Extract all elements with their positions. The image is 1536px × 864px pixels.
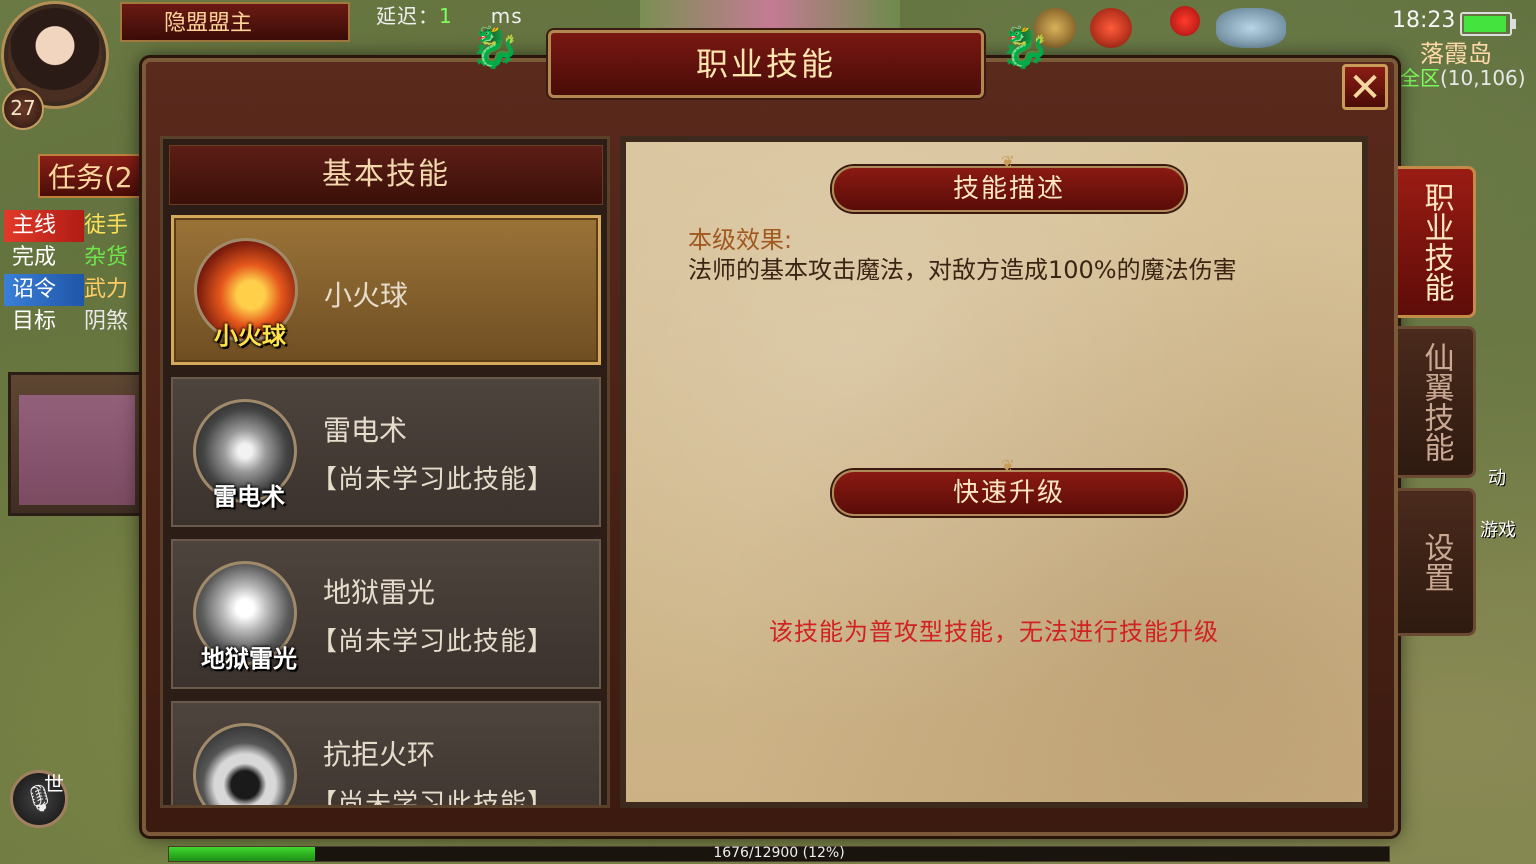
skill-name: 雷电术: [323, 414, 408, 447]
skill-name: 抗拒火环: [323, 738, 436, 771]
skill-item-fireball[interactable]: 小火球 小火球: [171, 215, 601, 365]
quest-type: 完成: [12, 245, 57, 270]
scenery-house: [8, 372, 146, 516]
skill-icon-label: 地狱雷光: [201, 644, 297, 673]
tab-wing-skills[interactable]: 仙翼技能: [1398, 326, 1476, 478]
map-coords-value: (10,106): [1440, 66, 1526, 90]
skill-item-hell-lightning[interactable]: 地狱雷光 地狱雷光 【尚未学习此技能】: [171, 539, 601, 689]
right-label: 动: [1488, 468, 1506, 489]
quest-text: 阴煞: [84, 309, 129, 334]
tab-settings[interactable]: 设置: [1398, 488, 1476, 636]
quest-list: 主线 徒手 完成 杂货 诏令 武力 目标 阴煞: [4, 210, 140, 338]
battery-icon: [1460, 12, 1516, 36]
quest-text: 杂货: [84, 245, 129, 270]
map-coordinates: 全区(10,106): [1400, 62, 1526, 91]
right-label: 游戏: [1480, 520, 1516, 541]
quest-tab[interactable]: 任务(2: [38, 154, 142, 198]
voice-channel-label: 世: [44, 772, 64, 796]
skill-status: 【尚未学习此技能】: [311, 465, 555, 495]
quest-type: 目标: [12, 309, 57, 334]
quest-row[interactable]: 诏令 武力: [4, 274, 140, 306]
dragon-ornament-left-icon: 🐉: [470, 25, 520, 71]
skill-status: 【尚未学习此技能】: [311, 789, 555, 808]
effect-text: 法师的基本攻击魔法，对敌方造成100%的魔法伤害: [688, 256, 1237, 284]
scenery-blossom: [640, 0, 900, 28]
close-icon: ✕: [1348, 65, 1382, 111]
skill-item-fire-ring[interactable]: 抗拒火环 【尚未学习此技能】: [171, 701, 601, 808]
skill-name: 地狱雷光: [323, 576, 436, 609]
skill-list-panel: 基本技能 小火球 小火球 雷电术 雷电术 【尚未学习此技能】 地狱雷光 地狱雷光…: [160, 136, 610, 808]
map-zone: 全区: [1400, 66, 1440, 90]
latency-label: 延迟：: [376, 4, 439, 28]
tab-class-skills[interactable]: 职业技能: [1398, 166, 1476, 318]
upgrade-note: 该技能为普攻型技能，无法进行技能升级: [769, 618, 1219, 646]
skill-name: 小火球: [324, 279, 409, 312]
notification-dot-icon: [1170, 6, 1200, 36]
clock: 18:23: [1392, 8, 1456, 33]
dialog-title: 职业技能: [548, 30, 984, 98]
gift-package-icon[interactable]: [1090, 8, 1132, 48]
dragon-ornament-right-icon: 🐉: [1000, 25, 1050, 71]
skill-icon-label: 雷电术: [213, 482, 285, 511]
fire-ring-icon: [193, 723, 297, 805]
quest-row[interactable]: 完成 杂货: [4, 242, 140, 274]
quest-type: 诏令: [4, 274, 84, 306]
skill-icon-label: 小火球: [214, 321, 286, 350]
quest-row[interactable]: 目标 阴煞: [4, 306, 140, 338]
skill-item-thunder[interactable]: 雷电术 雷电术 【尚未学习此技能】: [171, 377, 601, 527]
close-button[interactable]: ✕: [1342, 64, 1388, 110]
quest-text: 武力: [84, 277, 129, 302]
guild-title-plate: 隐盟盟主: [120, 2, 350, 42]
quest-text: 徒手: [84, 213, 129, 238]
quest-type: 主线: [4, 210, 84, 242]
skill-list-header: 基本技能: [169, 145, 603, 205]
experience-bar: 1676/12900 (12%): [168, 845, 1390, 862]
quest-row[interactable]: 主线 徒手: [4, 210, 140, 242]
skill-status: 【尚未学习此技能】: [311, 627, 555, 657]
guild-title: 隐盟盟主: [164, 11, 253, 36]
player-level-badge: 27: [2, 88, 44, 130]
treasure-icon[interactable]: [1216, 8, 1286, 48]
skill-detail-parchment: 技能描述 本级效果: 法师的基本攻击魔法，对敌方造成100%的魔法伤害 快速升级…: [620, 136, 1368, 808]
experience-text: 1676/12900 (12%): [713, 845, 845, 861]
skill-description-header: 技能描述: [832, 166, 1186, 212]
quick-upgrade-header: 快速升级: [832, 470, 1186, 516]
